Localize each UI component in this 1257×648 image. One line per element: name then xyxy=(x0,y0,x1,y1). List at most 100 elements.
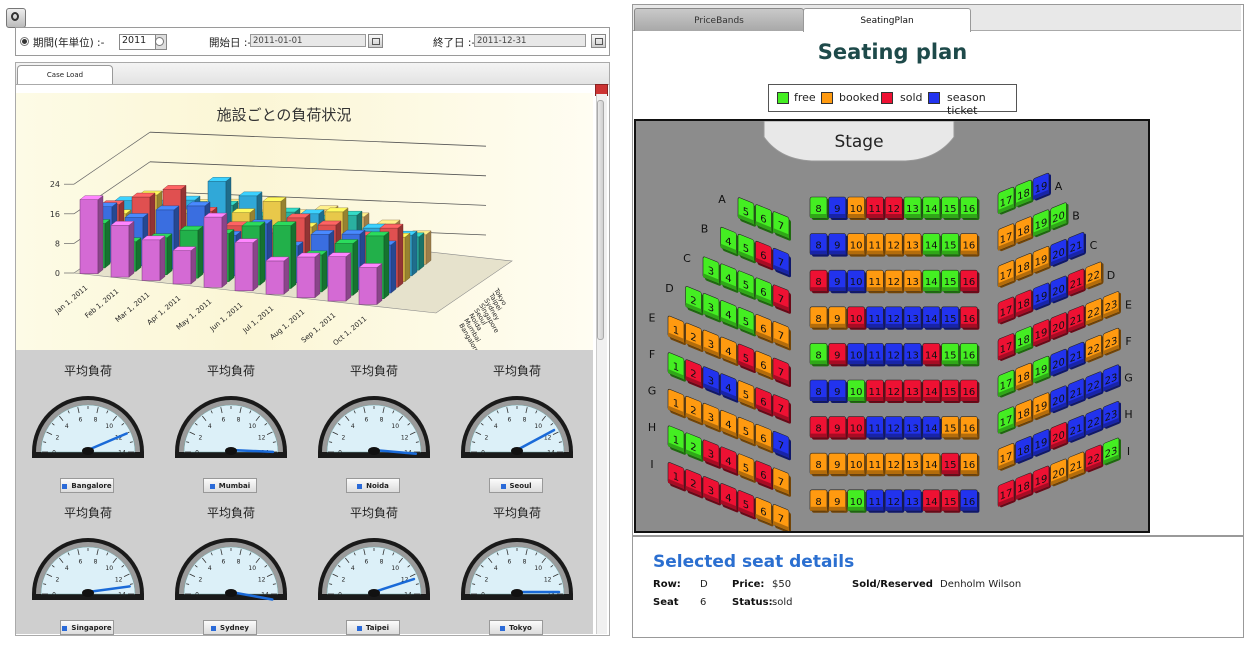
seat[interactable]: 9 xyxy=(828,416,848,440)
seat[interactable]: 4 xyxy=(720,483,739,513)
seat[interactable]: 19 xyxy=(1032,428,1051,458)
seat[interactable]: 7 xyxy=(772,247,791,278)
scrollbar-thumb[interactable] xyxy=(597,100,604,340)
seat[interactable]: 7 xyxy=(772,321,791,351)
seat[interactable]: 22 xyxy=(1085,444,1104,474)
seat[interactable]: 8 xyxy=(809,233,829,257)
seat[interactable]: 19 xyxy=(1032,282,1051,312)
seat[interactable]: 22 xyxy=(1085,297,1104,327)
seat[interactable]: 11 xyxy=(866,306,886,330)
seat[interactable]: 8 xyxy=(809,196,829,220)
seat[interactable]: 16 xyxy=(960,233,980,257)
city-button[interactable]: Noida xyxy=(346,478,400,493)
seat[interactable]: 22 xyxy=(1085,261,1104,291)
seat[interactable]: 9 xyxy=(828,489,848,513)
seat[interactable]: 3 xyxy=(702,476,721,506)
seat[interactable]: 3 xyxy=(702,439,721,469)
seat[interactable]: 8 xyxy=(809,452,829,477)
seat[interactable]: 3 xyxy=(702,293,721,323)
seat[interactable]: 1 xyxy=(667,352,686,382)
seat[interactable]: 20 xyxy=(1050,421,1069,451)
seat[interactable]: 12 xyxy=(884,489,905,513)
seat[interactable]: 6 xyxy=(755,497,774,527)
seat[interactable]: 11 xyxy=(866,196,886,220)
seat[interactable]: 13 xyxy=(903,416,923,440)
seat[interactable]: 16 xyxy=(960,343,980,367)
seat[interactable]: 5 xyxy=(737,490,756,520)
seat[interactable]: 1 xyxy=(667,462,686,492)
seat[interactable]: 14 xyxy=(922,379,942,403)
seat[interactable]: 10 xyxy=(847,196,867,220)
seat[interactable]: 18 xyxy=(1015,398,1034,428)
seat[interactable]: 18 xyxy=(1015,472,1034,502)
seat[interactable]: 13 xyxy=(903,306,923,330)
seat[interactable]: 9 xyxy=(828,196,848,220)
seat[interactable]: 5 xyxy=(737,380,756,410)
seat[interactable]: 12 xyxy=(884,452,905,477)
seat[interactable]: 9 xyxy=(828,306,848,330)
seat[interactable]: 2 xyxy=(685,432,704,462)
seat[interactable]: 13 xyxy=(903,379,923,403)
seat[interactable]: 8 xyxy=(809,379,829,403)
seat[interactable]: 5 xyxy=(737,343,756,374)
seat[interactable]: 9 xyxy=(828,269,848,294)
seat[interactable]: 3 xyxy=(702,402,721,433)
seat[interactable]: 14 xyxy=(922,343,942,367)
seat[interactable]: 8 xyxy=(809,343,829,367)
seat[interactable]: 20 xyxy=(1050,201,1069,231)
seat[interactable]: 19 xyxy=(1032,465,1051,495)
seat[interactable]: 2 xyxy=(685,322,704,353)
seat[interactable]: 4 xyxy=(720,300,739,330)
seat[interactable]: 14 xyxy=(922,233,942,257)
seat[interactable]: 10 xyxy=(847,233,867,257)
seat[interactable]: 9 xyxy=(828,452,848,477)
seat[interactable]: 14 xyxy=(922,452,942,477)
seat[interactable]: 13 xyxy=(903,233,923,257)
app-icon[interactable] xyxy=(6,8,26,28)
seat[interactable]: 19 xyxy=(1032,172,1051,202)
seat[interactable]: 23 xyxy=(1102,327,1121,357)
seat[interactable]: 2 xyxy=(685,395,704,426)
seat[interactable]: 11 xyxy=(866,452,886,477)
seat[interactable]: 20 xyxy=(1050,348,1069,378)
seat[interactable]: 4 xyxy=(720,409,739,440)
seat[interactable]: 17 xyxy=(997,186,1016,216)
seat[interactable]: 17 xyxy=(997,479,1016,509)
seat[interactable]: 20 xyxy=(1050,311,1069,341)
seat[interactable]: 7 xyxy=(772,394,791,424)
seat[interactable]: 12 xyxy=(884,306,905,330)
seat[interactable]: 4 xyxy=(720,336,739,367)
seat[interactable]: 13 xyxy=(903,343,923,367)
seat[interactable]: 21 xyxy=(1067,341,1086,371)
seat[interactable]: 11 xyxy=(866,379,886,403)
seat[interactable]: 5 xyxy=(737,270,756,300)
seat[interactable]: 17 xyxy=(997,296,1016,326)
seat[interactable]: 20 xyxy=(1050,275,1069,305)
seat[interactable]: 21 xyxy=(1067,231,1086,261)
seat[interactable]: 1 xyxy=(667,425,686,455)
seat[interactable]: 21 xyxy=(1067,451,1086,481)
seat[interactable]: 5 xyxy=(737,197,756,227)
seat[interactable]: 11 xyxy=(866,489,886,513)
seat[interactable]: 6 xyxy=(755,314,774,344)
seat[interactable]: 12 xyxy=(884,416,905,440)
seat[interactable]: 13 xyxy=(903,489,923,513)
tab-case-load[interactable]: Case Load xyxy=(17,65,113,85)
seat[interactable]: 11 xyxy=(866,416,886,440)
seat[interactable]: 23 xyxy=(1102,437,1121,467)
seat[interactable]: 4 xyxy=(720,263,739,293)
seat[interactable]: 2 xyxy=(685,286,704,316)
seat[interactable]: 8 xyxy=(809,416,829,440)
city-button[interactable]: Taipei xyxy=(346,620,400,635)
seat[interactable]: 18 xyxy=(1015,215,1034,245)
seat[interactable]: 13 xyxy=(903,452,923,477)
seat[interactable]: 12 xyxy=(884,343,905,367)
city-button[interactable]: Sydney xyxy=(203,620,257,635)
seat[interactable]: 7 xyxy=(772,211,791,241)
seat[interactable]: 17 xyxy=(997,442,1016,472)
seat[interactable]: 16 xyxy=(960,489,980,513)
seat[interactable]: 6 xyxy=(755,350,774,381)
city-button[interactable]: Mumbai xyxy=(203,478,257,493)
date-range-radio[interactable] xyxy=(155,37,164,46)
seat[interactable]: 4 xyxy=(720,373,739,403)
